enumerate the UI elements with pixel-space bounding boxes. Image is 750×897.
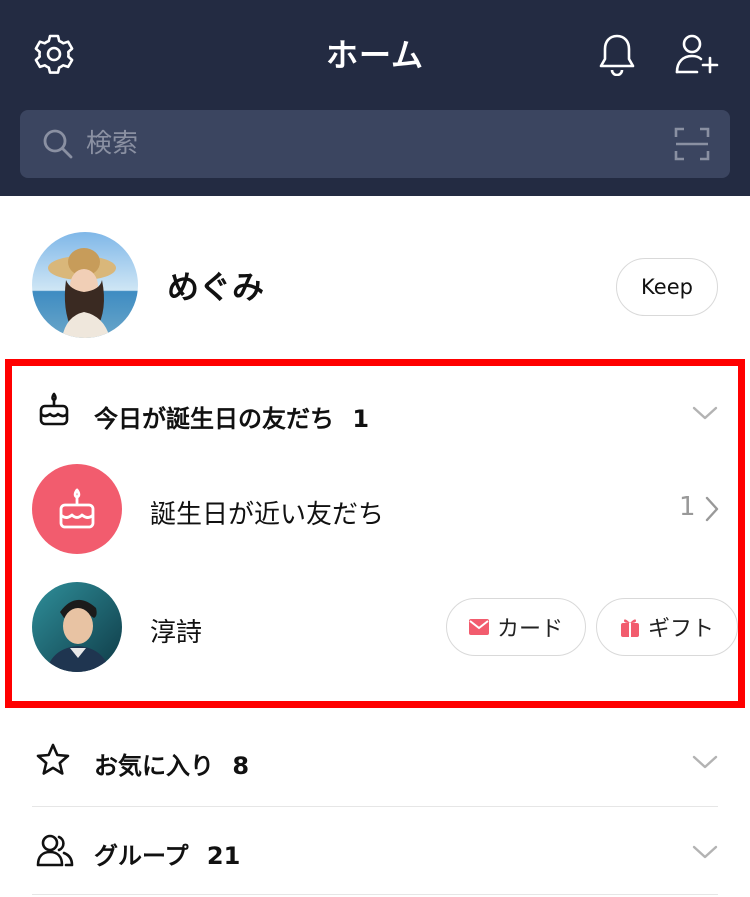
search-icon (42, 128, 74, 164)
keep-button[interactable]: Keep (616, 258, 718, 316)
chevron-down-icon[interactable] (692, 754, 718, 774)
gift-button-label: ギフト (647, 616, 714, 641)
birthday-section-title: 今日が誕生日の友だち 1 (94, 405, 370, 433)
birthday-count: 1 (352, 405, 370, 433)
favorites-title: お気に入り 8 (94, 752, 250, 780)
gift-icon (620, 619, 639, 637)
add-friend-icon[interactable] (674, 32, 722, 76)
friend-row[interactable]: 淳詩 カード ギフト (0, 580, 750, 674)
groups-count: 21 (206, 842, 241, 870)
search-bar[interactable] (20, 110, 730, 178)
divider (32, 894, 718, 895)
card-button-label: カード (496, 616, 563, 641)
qr-scan-icon[interactable] (674, 127, 710, 165)
chevron-down-icon[interactable] (692, 844, 718, 864)
avatar[interactable] (32, 232, 138, 338)
my-profile-row[interactable]: めぐみ Keep (0, 196, 750, 356)
chevron-down-icon[interactable] (692, 405, 718, 425)
cake-icon (59, 488, 95, 529)
profile-name: めぐみ (167, 268, 264, 306)
birthday-section-header[interactable]: 今日が誕生日の友だち 1 (0, 385, 750, 445)
upcoming-birthdays-row[interactable]: 誕生日が近い友だち 1 (0, 462, 750, 556)
groups-section-header[interactable]: グループ 21 (0, 820, 750, 882)
group-icon (36, 833, 74, 871)
star-icon (36, 743, 70, 781)
search-input[interactable] (86, 110, 646, 178)
favorites-section-header[interactable]: お気に入り 8 (0, 730, 750, 792)
envelope-icon (468, 619, 489, 635)
friend-avatar[interactable] (32, 582, 122, 672)
birthday-cake-badge (32, 464, 122, 554)
divider (32, 806, 718, 807)
favorites-count: 8 (232, 752, 250, 780)
bell-icon[interactable] (596, 32, 638, 76)
groups-title: グループ 21 (94, 842, 241, 870)
card-button[interactable]: カード (446, 598, 586, 656)
upcoming-birthdays-count: 1 (679, 492, 696, 522)
cake-icon (38, 391, 70, 431)
chevron-right-icon[interactable] (704, 496, 720, 526)
upcoming-birthdays-label: 誕生日が近い友だち (150, 500, 385, 530)
header-bar: ホーム (0, 0, 750, 196)
gift-button[interactable]: ギフト (596, 598, 738, 656)
friend-name: 淳詩 (150, 618, 203, 648)
